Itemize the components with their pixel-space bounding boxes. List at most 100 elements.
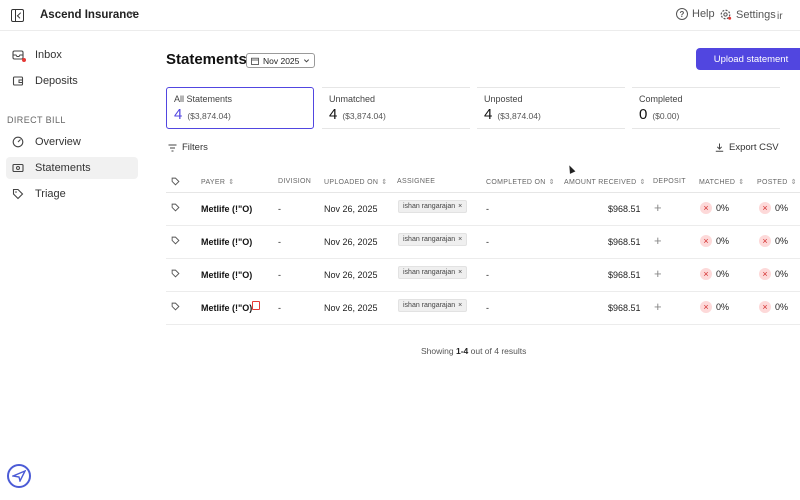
payer-name[interactable]: Metlife (!"O) <box>201 303 252 313</box>
wallet-icon <box>12 76 24 86</box>
table-header: PAYER ⇕ DIVISION UPLOADED ON ⇕ ASSIGNEE CO… <box>166 171 800 193</box>
tag-icon[interactable] <box>171 269 180 278</box>
sort-icon: ⇕ <box>790 179 797 186</box>
tag-icon[interactable] <box>171 302 180 311</box>
assignee-chip[interactable]: ishan rangarajan × <box>398 266 468 279</box>
main-content: Statements Nov 2025 Upload statement All… <box>150 31 800 500</box>
stat-amount: ($3,874.04) <box>187 111 231 121</box>
amount-received: $968.51 <box>608 303 641 313</box>
column-header-uploaded-on[interactable]: UPLOADED ON ⇕ <box>324 178 387 187</box>
payer-name[interactable]: Metlife (!"O) <box>201 270 252 280</box>
column-header-amount-received[interactable]: AMOUNT RECEIVED ⇕ <box>564 178 646 187</box>
stat-card-unposted[interactable]: Unposted 4 ($3,874.04) <box>477 87 625 129</box>
posted-percent: 0% <box>775 203 789 213</box>
export-csv-button[interactable]: Export CSV <box>715 142 779 153</box>
duplicate-warning-icon[interactable] <box>252 301 260 310</box>
division-value: - <box>278 237 281 247</box>
uploaded-date: Nov 26, 2025 <box>324 303 378 313</box>
statements-icon <box>12 163 24 173</box>
table-row[interactable]: Metlife (!"O) - Nov 26, 2025 ishan ranga… <box>166 292 800 325</box>
stat-amount: ($0.00) <box>652 111 680 121</box>
calendar-icon <box>251 57 259 65</box>
add-deposit-icon[interactable]: + <box>654 233 662 248</box>
matched-percent: 0% <box>716 269 730 279</box>
table-row[interactable]: Metlife (!"O) - Nov 26, 2025 ishan ranga… <box>166 259 800 292</box>
sidebar-item-overview[interactable]: Overview <box>6 131 138 153</box>
user-avatar[interactable]: ir <box>777 11 783 22</box>
chevron-down-icon[interactable] <box>127 9 135 17</box>
assignee-name: ishan rangarajan <box>403 203 456 210</box>
x-circle-icon: × <box>759 202 771 214</box>
sidebar-item-label: Triage <box>35 187 66 200</box>
posted-status: × 0% <box>759 202 788 214</box>
stat-card-unmatched[interactable]: Unmatched 4 ($3,874.04) <box>322 87 470 129</box>
column-header-matched[interactable]: MATCHED ⇕ <box>699 178 745 187</box>
help-label: Help <box>692 8 715 20</box>
posted-percent: 0% <box>775 302 789 312</box>
completed-date: - <box>486 270 489 280</box>
add-deposit-icon[interactable]: + <box>654 299 662 314</box>
stat-card-completed[interactable]: Completed 0 ($0.00) <box>632 87 780 129</box>
sidebar-item-statements[interactable]: Statements <box>6 157 138 179</box>
help-button[interactable]: ? Help <box>676 8 715 20</box>
column-header-assignee: ASSIGNEE <box>397 178 435 185</box>
x-circle-icon: × <box>759 235 771 247</box>
month-select[interactable]: Nov 2025 <box>246 53 316 68</box>
payer-name[interactable]: Metlife (!"O) <box>201 204 252 214</box>
stat-card-all-statements[interactable]: All Statements 4 ($3,874.04) <box>166 87 314 129</box>
sidebar-item-label: Inbox <box>35 48 62 61</box>
remove-assignee-icon[interactable]: × <box>458 269 462 276</box>
matched-percent: 0% <box>716 236 730 246</box>
page-title: Statements <box>166 51 247 68</box>
sidebar-toggle-icon[interactable] <box>11 9 24 22</box>
tag-icon <box>12 188 24 200</box>
pagination-range: 1-4 <box>455 346 469 356</box>
posted-percent: 0% <box>775 236 789 246</box>
org-switcher-label[interactable]: Ascend Insurance <box>40 9 139 21</box>
column-header-deposit: DEPOSIT <box>653 178 686 185</box>
division-value: - <box>278 204 281 214</box>
assignee-name: ishan rangarajan <box>403 236 456 243</box>
filters-button[interactable]: Filters <box>168 142 208 153</box>
x-circle-icon: × <box>759 301 771 313</box>
assignee-chip[interactable]: ishan rangarajan × <box>398 233 468 246</box>
pagination-summary: Showing 1-4 out of 4 results <box>421 346 526 356</box>
column-header-completed-on[interactable]: COMPLETED ON ⇕ <box>486 178 555 187</box>
sidebar-item-inbox[interactable]: Inbox <box>6 44 138 66</box>
table-row[interactable]: Metlife (!"O) - Nov 26, 2025 ishan ranga… <box>166 193 800 226</box>
payer-name[interactable]: Metlife (!"O) <box>201 237 252 247</box>
assignee-chip[interactable]: ishan rangarajan × <box>398 200 468 213</box>
sort-icon: ⇕ <box>738 179 745 186</box>
posted-status: × 0% <box>759 301 788 313</box>
sidebar-item-label: Statements <box>35 161 91 174</box>
table-row[interactable]: Metlife (!"O) - Nov 26, 2025 ishan ranga… <box>166 226 800 259</box>
completed-date: - <box>486 204 489 214</box>
download-icon <box>715 143 724 152</box>
remove-assignee-icon[interactable]: × <box>458 236 462 243</box>
app-logo[interactable] <box>7 464 31 488</box>
stat-count: 4 <box>174 106 183 123</box>
sidebar-item-label: Deposits <box>35 74 78 87</box>
remove-assignee-icon[interactable]: × <box>458 203 462 210</box>
column-header-posted[interactable]: POSTED ⇕ <box>757 178 797 187</box>
upload-statement-button[interactable]: Upload statement <box>696 48 800 70</box>
sidebar-item-triage[interactable]: Triage <box>6 183 138 205</box>
tag-icon[interactable] <box>171 236 180 245</box>
x-circle-icon: × <box>700 268 712 280</box>
x-circle-icon: × <box>700 202 712 214</box>
column-header-label: DEPOSIT <box>653 178 686 185</box>
assignee-chip[interactable]: ishan rangarajan × <box>398 299 468 312</box>
settings-button[interactable]: Settings <box>719 8 776 21</box>
x-circle-icon: × <box>700 301 712 313</box>
column-header-payer[interactable]: PAYER ⇕ <box>201 178 235 187</box>
tag-icon[interactable] <box>171 203 180 212</box>
matched-status: × 0% <box>700 235 729 247</box>
add-deposit-icon[interactable]: + <box>654 200 662 215</box>
posted-status: × 0% <box>759 268 788 280</box>
matched-status: × 0% <box>700 301 729 313</box>
remove-assignee-icon[interactable]: × <box>458 302 462 309</box>
sort-icon: ⇕ <box>228 179 235 186</box>
sidebar-item-deposits[interactable]: Deposits <box>6 70 138 92</box>
add-deposit-icon[interactable]: + <box>654 266 662 281</box>
gauge-icon <box>12 136 24 148</box>
